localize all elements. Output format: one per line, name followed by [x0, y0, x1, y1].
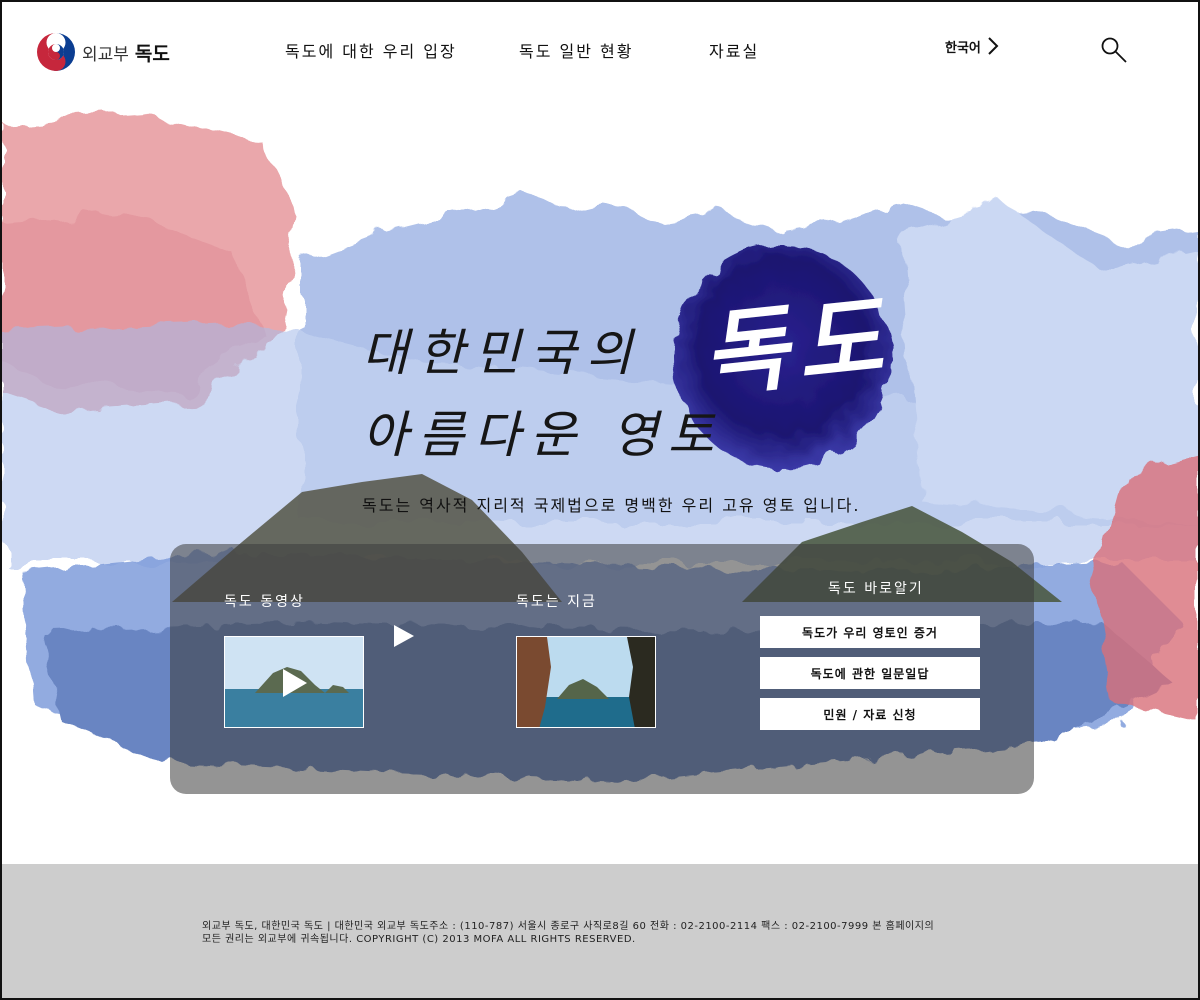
nav-item-archive[interactable]: 자료실	[709, 38, 759, 62]
chevron-right-icon	[988, 37, 999, 55]
now-thumbnail-image	[517, 637, 655, 727]
footer-info: 외교부 독도, 대한민국 독도 | 대한민국 외교부 독도주소 : (110-7…	[202, 920, 934, 946]
now-thumbnail[interactable]	[516, 636, 656, 728]
video-section-title: 독도 동영상	[224, 594, 305, 610]
nav-item-status[interactable]: 독도 일반 현황	[519, 38, 634, 62]
link-request[interactable]: 민원 / 자료 신청	[760, 698, 980, 730]
language-label: 한국어	[945, 40, 981, 56]
hero-ink-title: 독도	[697, 282, 898, 410]
site-logo[interactable]: 외교부 독도	[36, 32, 170, 72]
search-icon[interactable]	[1100, 36, 1128, 64]
content-panel: 독도 동영상 독도는 지금 독도 바로알기 독도가 우리 영토인 증거 독도에 …	[170, 544, 1034, 794]
play-video-icon[interactable]	[392, 624, 416, 648]
video-thumbnail[interactable]	[224, 636, 364, 728]
learn-section-title: 독도 바로알기	[828, 581, 924, 597]
now-section-title: 독도는 지금	[516, 594, 597, 610]
brand-name: 독도	[134, 42, 170, 65]
link-evidence[interactable]: 독도가 우리 영토인 증거	[760, 616, 980, 648]
hero-headline-line2: 아름다운 영토	[362, 406, 724, 464]
hero-headline: 대한민국의 아름다운 영토	[362, 312, 724, 476]
site-header: 외교부 독도 독도에 대한 우리 입장 독도 일반 현황 자료실 한국어	[2, 2, 1198, 102]
language-selector[interactable]: 한국어	[945, 36, 999, 56]
hero-headline-line1: 대한민국의	[362, 324, 642, 382]
footer-line2: 모든 권리는 외교부에 귀속됩니다. COPYRIGHT (C) 2013 MO…	[202, 934, 636, 945]
nav-item-position[interactable]: 독도에 대한 우리 입장	[285, 38, 457, 62]
brand-prefix: 외교부	[82, 44, 129, 65]
footer-line1: 외교부 독도, 대한민국 독도 | 대한민국 외교부 독도주소 : (110-7…	[202, 921, 935, 932]
taegeuk-logo-icon	[37, 33, 75, 71]
video-thumbnail-image	[225, 637, 363, 727]
hero-subtitle: 독도는 역사적 지리적 국제법으로 명백한 우리 고유 영토 입니다.	[362, 496, 861, 515]
site-footer: 외교부 독도, 대한민국 독도 | 대한민국 외교부 독도주소 : (110-7…	[2, 864, 1198, 998]
link-faq[interactable]: 독도에 관한 일문일답	[760, 657, 980, 689]
hero-section: 대한민국의 아름다운 영토 독도 독도는 역사적 지리적 국제법으로 명백한 우…	[2, 102, 1198, 864]
